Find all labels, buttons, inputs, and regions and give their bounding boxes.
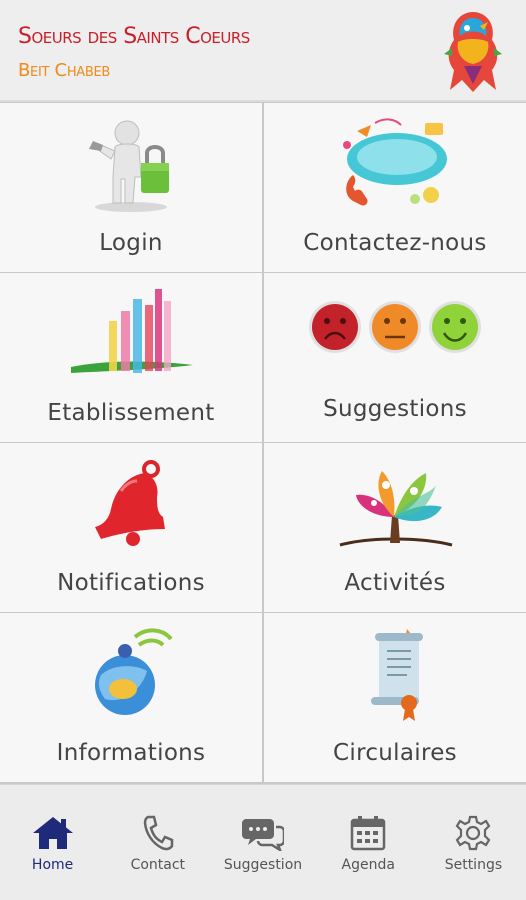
chat-bubbles-icon [242,819,284,851]
nav-suggestion[interactable]: Suggestion [210,785,315,900]
brand-subtitle: Beit Chabeb [18,60,111,81]
nav-label: Contact [130,857,186,873]
tile-circulaires[interactable]: Circulaires [264,613,526,782]
tile-label: Contactez-nous [303,230,487,256]
nav-label: Settings [444,857,503,873]
nav-label: Suggestion [223,857,303,873]
tile-label: Activités [344,570,446,596]
globe-signal-icon [95,628,173,715]
tile-login[interactable]: Login [0,103,262,272]
tile-label: Informations [56,740,206,766]
gear-icon [456,815,491,851]
tile-label: Suggestions [323,396,467,422]
building-bars-icon [71,289,193,373]
nav-home[interactable]: Home [0,785,105,900]
activity-tree-icon [339,471,453,547]
brand-title: Soeurs des Saints Coeurs [18,24,250,49]
home-icon [32,817,73,849]
bottom-nav: Home Contact Suggestion Agenda Settings [0,784,526,900]
padlock-person-icon [89,120,169,212]
nav-agenda[interactable]: Agenda [316,785,421,900]
nav-label: Agenda [341,857,395,873]
tile-label: Login [99,230,163,256]
menu-grid: Login Contactez-nous Etablissement Sugge… [0,102,526,784]
phone-icon [143,815,174,851]
tile-label: Circulaires [333,740,457,766]
nav-settings[interactable]: Settings [421,785,526,900]
speech-bubble-phone-icon [343,118,447,206]
tile-suggestions[interactable]: Suggestions [264,273,526,442]
calendar-icon [350,816,386,851]
tile-label: Notifications [57,570,205,596]
tile-contact[interactable]: Contactez-nous [264,103,526,272]
tile-informations[interactable]: Informations [0,613,262,782]
bell-icon [95,460,165,546]
nav-label: Home [31,857,74,873]
tile-activites[interactable]: Activités [264,443,526,612]
smiley-faces-icon [309,301,481,353]
nav-contact[interactable]: Contact [105,785,210,900]
logo-icon [444,12,502,92]
tile-etablissement[interactable]: Etablissement [0,273,262,442]
scroll-icon [371,629,423,721]
tile-notifications[interactable]: Notifications [0,443,262,612]
tile-label: Etablissement [47,400,215,426]
app-header: Soeurs des Saints Coeurs Beit Chabeb [0,0,526,102]
